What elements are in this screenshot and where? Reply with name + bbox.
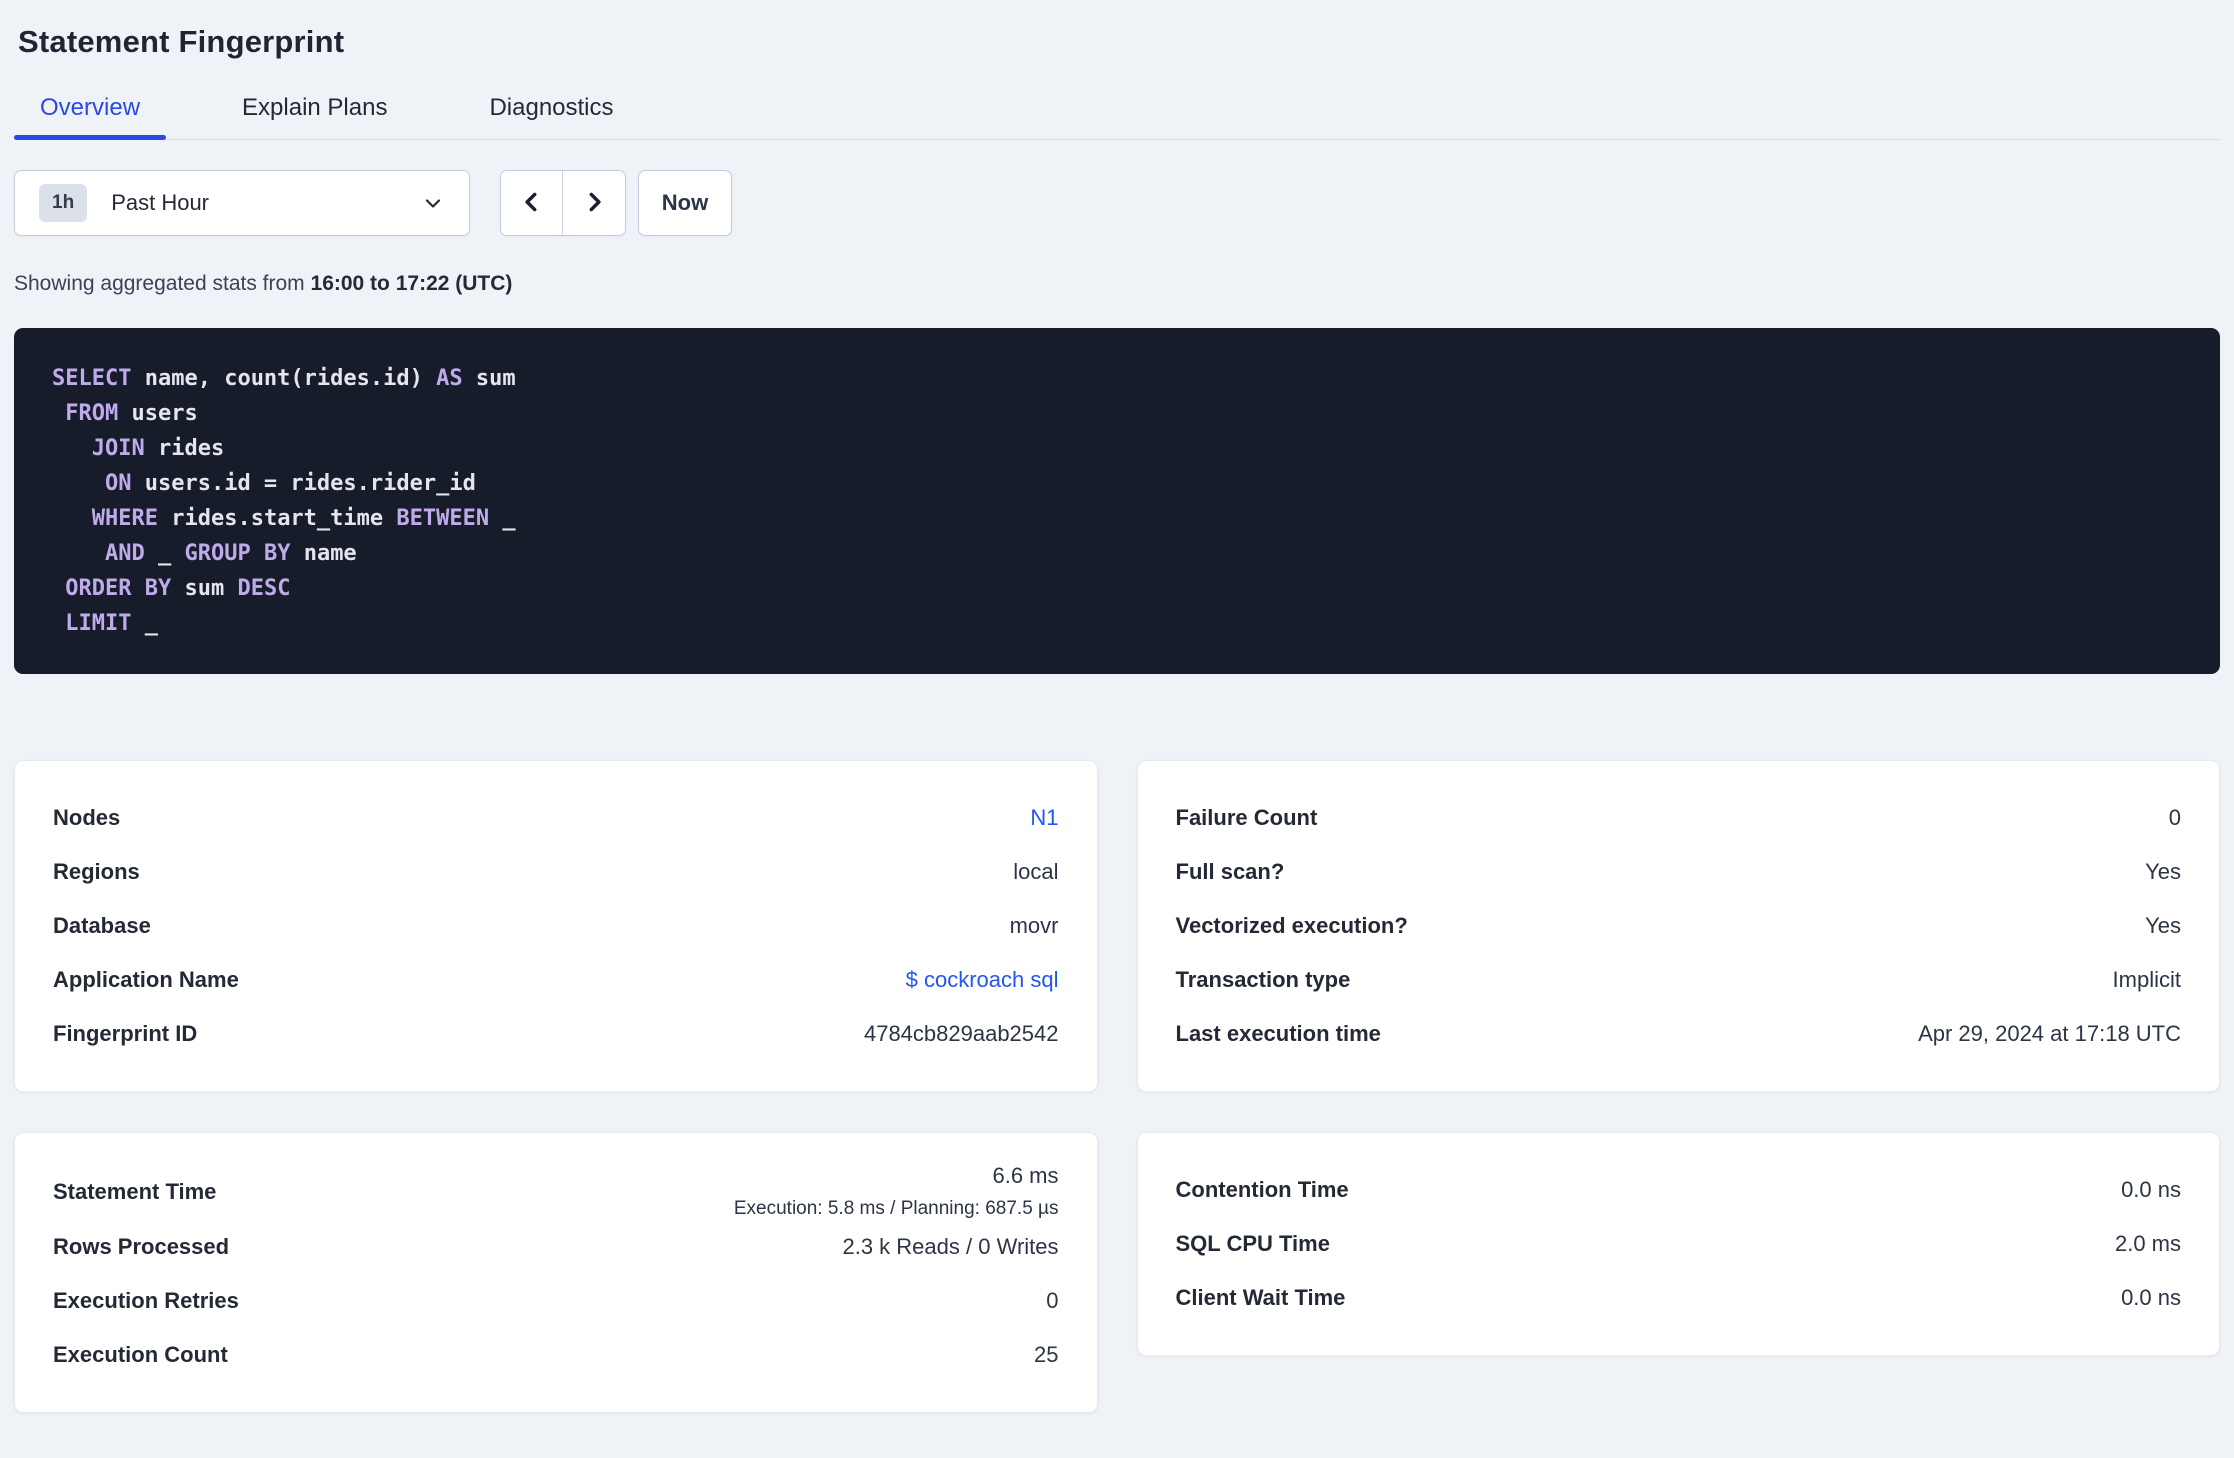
sql-statement-box: SELECT name, count(rides.id) AS sum FROM… xyxy=(14,328,2220,674)
prev-time-button[interactable] xyxy=(501,171,563,235)
row-label: Transaction type xyxy=(1175,967,1351,992)
row-value-link[interactable]: $ cockroach sql xyxy=(906,967,1059,993)
row-label: Application Name xyxy=(53,967,239,992)
row-label: Execution Retries xyxy=(53,1288,239,1313)
row-label: Last execution time xyxy=(1175,1021,1381,1046)
statement-stats-card: Statement Time 6.6 ms Execution: 5.8 ms / … xyxy=(14,1132,1098,1413)
card-row: Execution Retries 0 xyxy=(53,1274,1059,1328)
tab-diagnostics[interactable]: Diagnostics xyxy=(463,94,639,139)
aggregation-note-range: 16:00 to 17:22 (UTC) xyxy=(310,272,513,295)
row-label: Regions xyxy=(53,859,140,884)
page-title: Statement Fingerprint xyxy=(18,24,345,59)
row-value: movr xyxy=(1009,913,1059,938)
sql-line: WHERE rides.start_time BETWEEN _ xyxy=(91,506,516,531)
row-value-link[interactable]: N1 xyxy=(1030,805,1058,831)
card-row: Last execution time Apr 29, 2024 at 17:18… xyxy=(1176,1007,2182,1061)
sql-line: AND _ GROUP BY name xyxy=(104,541,357,566)
sql-line: SELECT name, count(rides.id) AS sum xyxy=(52,366,516,391)
row-value: 25 xyxy=(1034,1342,1059,1367)
card-row: Statement Time 6.6 ms Execution: 5.8 ms / … xyxy=(53,1163,1059,1220)
card-row: SQL CPU Time 2.0 ms xyxy=(1176,1217,2182,1271)
row-value: 4784cb829aab2542 xyxy=(863,1021,1059,1046)
row-value: Yes xyxy=(2145,913,2181,938)
aggregation-note-prefix: Showing aggregated stats from xyxy=(14,272,311,295)
row-value: 2.0 ms xyxy=(2114,1231,2181,1256)
row-label: Failure Count xyxy=(1175,805,1318,830)
chevron-left-icon xyxy=(519,187,545,220)
card-row: Nodes N1 xyxy=(53,791,1059,845)
time-range-badge: 1h xyxy=(39,184,88,222)
time-range-label: Past Hour xyxy=(111,190,210,215)
row-label: Execution Count xyxy=(53,1342,228,1367)
card-row: Application Name $ cockroach sql xyxy=(53,953,1059,1007)
statement-details-card: Nodes N1 Regions local Database movr Applicati… xyxy=(14,760,1098,1092)
now-button[interactable]: Now xyxy=(638,170,732,236)
row-value: local xyxy=(1013,859,1059,884)
execution-attributes-card: Failure Count 0 Full scan? Yes Vectorized ex… xyxy=(1136,760,2220,1092)
sql-line: ORDER BY sum DESC xyxy=(65,576,291,601)
card-row: Client Wait Time 0.0 ns xyxy=(1176,1271,2182,1325)
tab-overview[interactable]: Overview xyxy=(14,94,167,140)
card-row: Regions local xyxy=(53,845,1059,899)
summary-cards: Nodes N1 Regions local Database movr Applicati… xyxy=(14,760,2220,1413)
card-row: Database movr xyxy=(53,899,1059,953)
row-value: 0.0 ns xyxy=(2121,1177,2181,1202)
row-value: 2.3 k Reads / 0 Writes xyxy=(842,1234,1059,1259)
row-value: 6.6 ms xyxy=(992,1163,1059,1188)
timing-stats-card: Contention Time 0.0 ns SQL CPU Time 2.0 ms C… xyxy=(1136,1132,2220,1356)
card-row: Transaction type Implicit xyxy=(1176,953,2182,1007)
aggregation-note: Showing aggregated stats from 16:00 to 1… xyxy=(14,272,2220,296)
time-step-buttons xyxy=(500,170,626,236)
row-subtext: Execution: 5.8 ms / Planning: 687.5 µs xyxy=(733,1198,1059,1219)
row-value: 0 xyxy=(2168,805,2181,830)
row-label: Fingerprint ID xyxy=(53,1021,198,1046)
chevron-right-icon xyxy=(581,187,607,220)
row-value: Yes xyxy=(2145,859,2181,884)
chevron-down-icon xyxy=(421,191,445,215)
sql-line: ON users.id = rides.rider_id xyxy=(104,471,476,496)
row-label: Statement Time xyxy=(53,1178,217,1204)
row-label: Vectorized execution? xyxy=(1175,913,1408,938)
card-row: Rows Processed 2.3 k Reads / 0 Writes xyxy=(53,1220,1059,1274)
card-row: Contention Time 0.0 ns xyxy=(1176,1163,2182,1217)
row-label: Rows Processed xyxy=(53,1234,230,1259)
row-value: 0 xyxy=(1046,1288,1059,1313)
sql-line: FROM users xyxy=(65,401,198,426)
card-row: Fingerprint ID 4784cb829aab2542 xyxy=(53,1007,1059,1061)
card-row: Vectorized execution? Yes xyxy=(1176,899,2182,953)
row-label: Nodes xyxy=(53,805,121,830)
time-controls: 1h Past Hour Now xyxy=(14,170,2220,236)
next-time-button[interactable] xyxy=(563,171,625,235)
row-label: Client Wait Time xyxy=(1175,1285,1346,1310)
row-value: 0.0 ns xyxy=(2121,1285,2181,1310)
row-label: Full scan? xyxy=(1175,859,1285,884)
row-label: Contention Time xyxy=(1175,1177,1349,1202)
card-row: Full scan? Yes xyxy=(1176,845,2182,899)
card-row: Failure Count 0 xyxy=(1176,791,2182,845)
card-row: Execution Count 25 xyxy=(53,1328,1059,1382)
row-value: Implicit xyxy=(2112,967,2181,992)
sql-line: JOIN rides xyxy=(91,436,225,461)
time-range-selector[interactable]: 1h Past Hour xyxy=(14,170,470,236)
tab-bar: Overview Explain Plans Diagnostics xyxy=(14,94,2220,140)
row-label: Database xyxy=(53,913,151,938)
row-label: SQL CPU Time xyxy=(1175,1231,1330,1256)
sql-line: LIMIT _ xyxy=(65,611,158,636)
row-value: Apr 29, 2024 at 17:18 UTC xyxy=(1918,1021,2181,1046)
tab-explain-plans[interactable]: Explain Plans xyxy=(216,94,413,139)
